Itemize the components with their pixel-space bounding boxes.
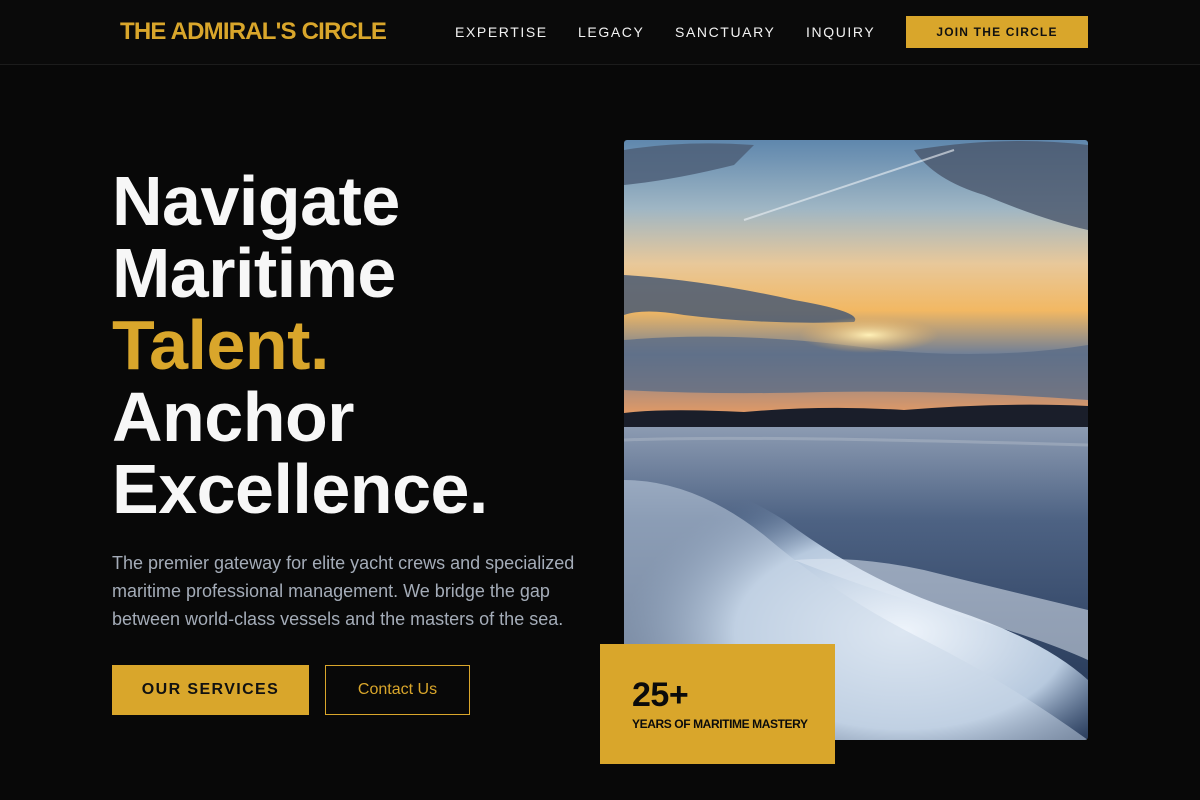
hero-lead-text: The premier gateway for elite yacht crew… — [112, 553, 575, 629]
headline-line-1: Navigate — [112, 162, 400, 240]
headline-line-4: Anchor — [112, 378, 354, 456]
headline-line-2: Maritime — [112, 234, 396, 312]
headline-line-5: Excellence. — [112, 450, 488, 528]
hero-headline: Navigate Maritime Talent. Anchor Excelle… — [112, 165, 488, 525]
site-header: THE ADMIRAL'S CIRCLE EXPERTISE LEGACY SA… — [0, 0, 1200, 65]
join-the-circle-button[interactable]: JOIN THE CIRCLE — [906, 16, 1088, 48]
years-stat-value: 25+ — [632, 676, 689, 714]
nav-link-legacy[interactable]: LEGACY — [578, 22, 644, 42]
years-stat-card: 25+ YEARS OF MARITIME MASTERY — [600, 644, 835, 764]
nav-link-sanctuary[interactable]: SANCTUARY — [675, 22, 776, 42]
nav-link-inquiry[interactable]: INQUIRY — [806, 22, 875, 42]
years-stat-label: YEARS OF MARITIME MASTERY — [632, 717, 808, 731]
site-logo[interactable]: THE ADMIRAL'S CIRCLE — [120, 17, 387, 47]
our-services-button[interactable]: OUR SERVICES — [112, 665, 309, 715]
nav-link-expertise[interactable]: EXPERTISE — [455, 22, 548, 42]
headline-line-3-accent: Talent. — [112, 306, 329, 384]
contact-us-button[interactable]: Contact Us — [325, 665, 470, 715]
